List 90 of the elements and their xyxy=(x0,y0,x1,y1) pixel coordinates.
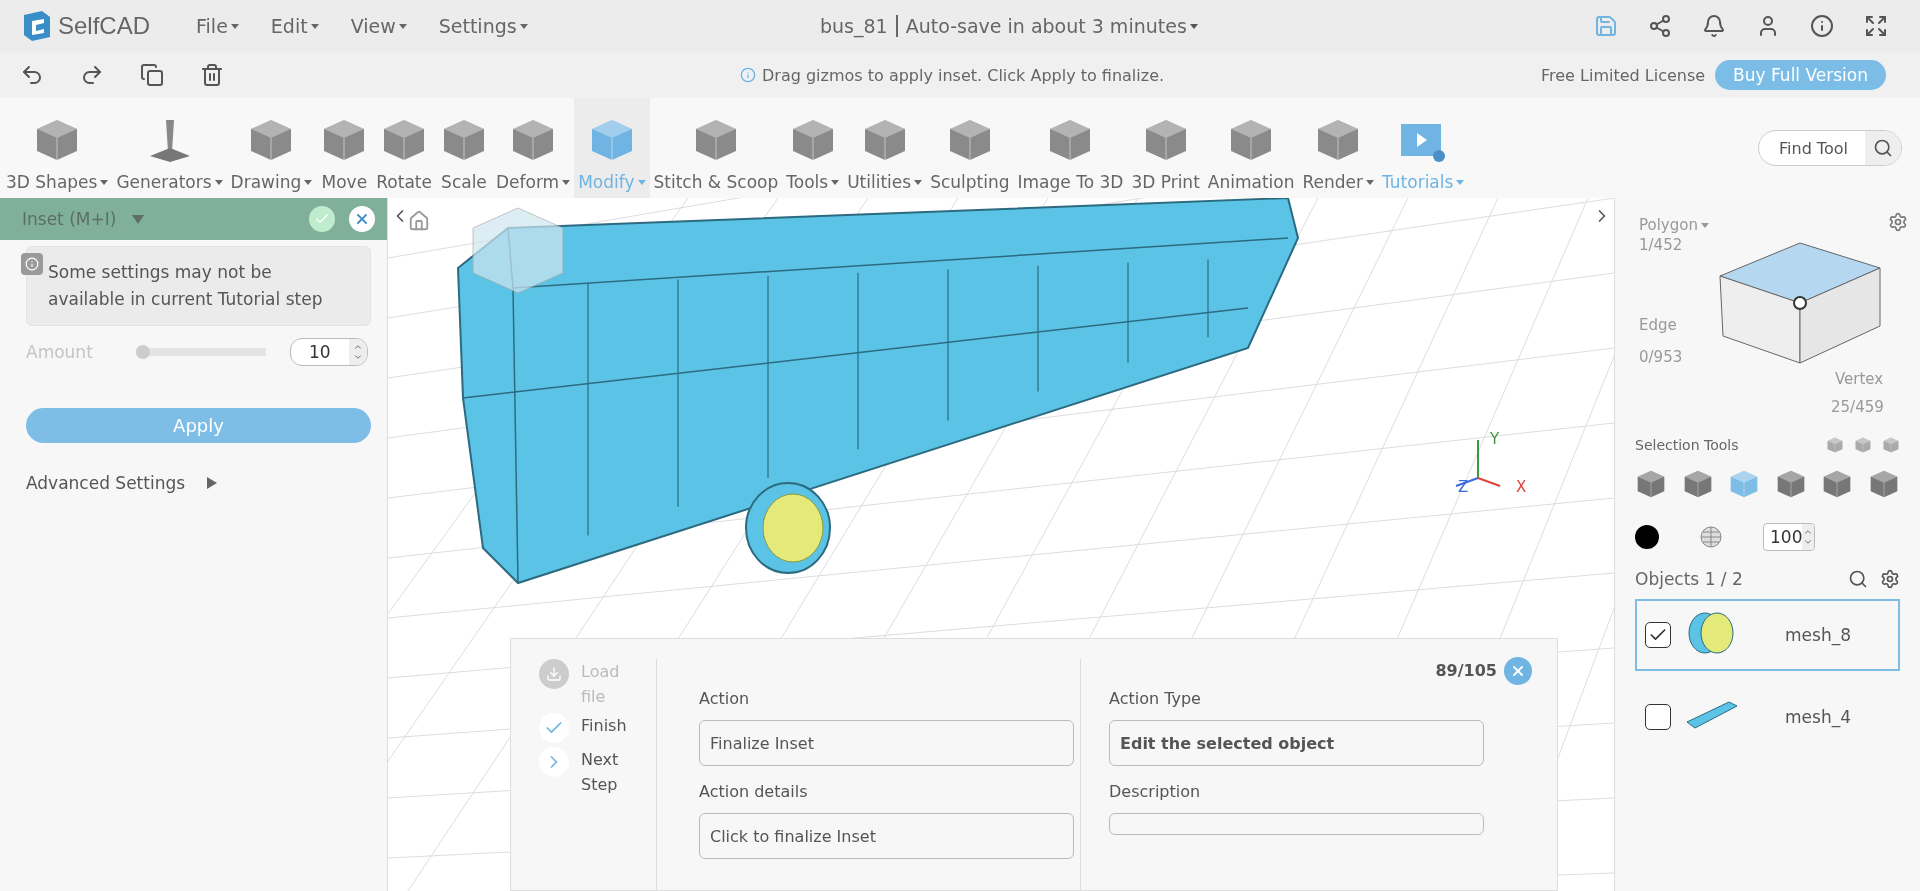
sphere-icon[interactable] xyxy=(1699,525,1723,549)
chevron-down-icon[interactable] xyxy=(353,352,363,362)
toolbar-tool[interactable]: Move xyxy=(316,98,373,198)
view-cube-icon[interactable] xyxy=(472,207,564,294)
toolbar-tool[interactable]: Animation xyxy=(1203,98,1299,198)
objects-title: Objects 1 / 2 xyxy=(1635,569,1744,589)
toolbar-tool[interactable]: Generators xyxy=(112,98,227,198)
edge-label: Edge xyxy=(1639,316,1677,334)
toolbar-tool[interactable]: Sculpting xyxy=(926,98,1014,198)
toolbar-tool[interactable]: Scale xyxy=(435,98,492,198)
copy-icon[interactable] xyxy=(140,63,164,87)
trash-icon[interactable] xyxy=(200,63,224,87)
bus-thumbnail-icon xyxy=(1685,700,1739,730)
autosave-dropdown[interactable]: Auto-save in about 3 minutes xyxy=(905,15,1198,37)
axis-label: X xyxy=(1516,478,1527,496)
toolbar-tool[interactable]: Rotate xyxy=(372,98,436,198)
vertex-label: Vertex xyxy=(1835,370,1884,388)
chevron-up-icon[interactable] xyxy=(1803,527,1814,537)
toolbar-tool[interactable]: Image To 3D xyxy=(1013,98,1128,198)
description-field[interactable] xyxy=(1109,813,1484,835)
settings-icon[interactable] xyxy=(1888,212,1908,232)
action-type-field[interactable]: Edit the selected object xyxy=(1109,720,1484,766)
confirm-button[interactable] xyxy=(309,206,335,232)
chevron-down-icon[interactable] xyxy=(1803,537,1814,547)
chevron-up-icon[interactable] xyxy=(353,342,363,352)
advanced-settings-toggle[interactable]: Advanced Settings xyxy=(26,473,218,493)
close-button[interactable] xyxy=(1504,657,1532,685)
settings-icon[interactable] xyxy=(1880,569,1900,589)
menu-item[interactable]: File xyxy=(196,15,239,37)
checkbox[interactable] xyxy=(1645,704,1671,730)
redo-icon[interactable] xyxy=(80,63,104,87)
axis-label: Y xyxy=(1490,430,1500,448)
opacity-input[interactable]: 100 xyxy=(1763,523,1815,551)
step-counter: 89/105 xyxy=(1435,661,1497,680)
field-label: Action xyxy=(699,689,751,708)
bell-icon[interactable] xyxy=(1702,14,1726,38)
hint-text: Drag gizmos to apply inset. Click Apply to finalize. xyxy=(762,65,1165,85)
toolbar-tool[interactable]: Render xyxy=(1298,98,1378,198)
find-tool-input[interactable]: Find Tool xyxy=(1777,137,1857,159)
field-label: Action Type xyxy=(1109,689,1202,708)
tutorial-step[interactable]: Next Step xyxy=(539,747,656,797)
field-label: Description xyxy=(1109,782,1202,801)
slider-thumb[interactable] xyxy=(136,345,150,359)
action-details-field[interactable]: Click to finalize Inset xyxy=(699,813,1074,859)
cube-icon xyxy=(1826,436,1844,454)
notice-text: Some settings may not be available in current Tutorial step xyxy=(48,262,323,309)
find-tool-field[interactable]: Find Tool xyxy=(1758,130,1902,166)
polygon-count: 1/452 xyxy=(1639,236,1683,254)
action-field[interactable]: Finalize Inset xyxy=(699,720,1074,766)
search-icon[interactable] xyxy=(1848,569,1868,589)
toolbar-tool[interactable]: Drawing xyxy=(226,98,317,198)
field-label: Action details xyxy=(699,782,809,801)
vertex-count: 25/459 xyxy=(1831,398,1884,416)
toolbar-tool[interactable]: Tools xyxy=(782,98,844,198)
polygon-mode-dropdown[interactable]: Polygon xyxy=(1639,216,1709,234)
object-list-item[interactable]: mesh_8 xyxy=(1635,599,1900,671)
toolbar-tool[interactable]: Deform xyxy=(491,98,575,198)
close-button[interactable] xyxy=(349,206,375,232)
info-icon[interactable] xyxy=(1810,14,1834,38)
fullscreen-icon[interactable] xyxy=(1864,14,1888,38)
cube-icon xyxy=(1854,436,1872,454)
toolbar-tool[interactable]: 3D Print xyxy=(1127,98,1204,198)
toolbar-tool[interactable]: 3D Shapes xyxy=(2,98,113,198)
license-label: Free Limited License xyxy=(1541,65,1706,85)
app-logo-text: SelfCAD xyxy=(58,12,151,40)
info-icon xyxy=(21,253,43,275)
search-icon[interactable] xyxy=(1873,138,1893,158)
cube-icon xyxy=(1635,468,1667,500)
color-swatch[interactable] xyxy=(1635,525,1659,549)
cube-icon xyxy=(1882,436,1900,454)
checkbox[interactable] xyxy=(1645,622,1671,648)
menu-item[interactable]: Settings xyxy=(438,15,528,37)
amount-input[interactable]: 10 xyxy=(290,338,368,366)
download-icon xyxy=(546,666,562,682)
menu-item[interactable]: View xyxy=(350,15,407,37)
toolbar-tool[interactable]: Stitch & Scoop xyxy=(649,98,783,198)
undo-icon[interactable] xyxy=(20,63,44,87)
edge-count: 0/953 xyxy=(1639,348,1683,366)
share-icon[interactable] xyxy=(1648,14,1672,38)
menu-item[interactable]: Edit xyxy=(270,15,319,37)
info-icon xyxy=(740,67,756,83)
amount-slider[interactable] xyxy=(136,345,266,359)
document-title: bus_81 xyxy=(820,15,898,37)
close-icon xyxy=(354,211,370,227)
close-icon xyxy=(1510,663,1526,679)
selection-tools-label: Selection Tools xyxy=(1635,437,1739,453)
home-icon[interactable] xyxy=(408,210,430,232)
toolbar-tool[interactable]: Utilities xyxy=(843,98,927,198)
object-list-item[interactable]: mesh_4 xyxy=(1635,681,1900,753)
tutorial-step[interactable]: Finish xyxy=(539,713,656,743)
